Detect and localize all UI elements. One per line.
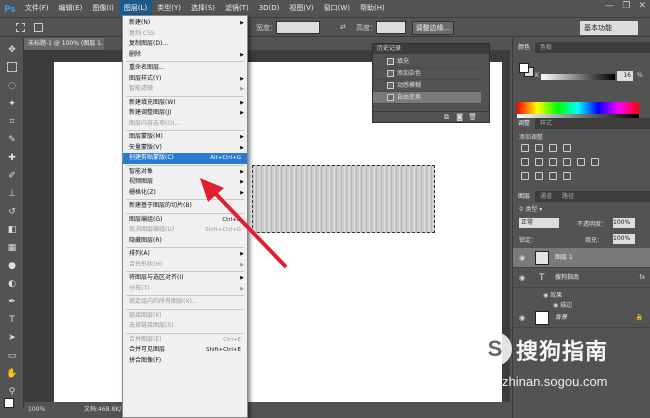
watermark: S 搜狗指南 zhinan.sogou.com — [472, 330, 642, 410]
watermark-name: 搜狗指南 — [516, 340, 609, 365]
arrow-shaft — [212, 190, 288, 269]
watermark-url: zhinan.sogou.com — [502, 374, 608, 389]
sogou-logo: S — [478, 332, 512, 366]
